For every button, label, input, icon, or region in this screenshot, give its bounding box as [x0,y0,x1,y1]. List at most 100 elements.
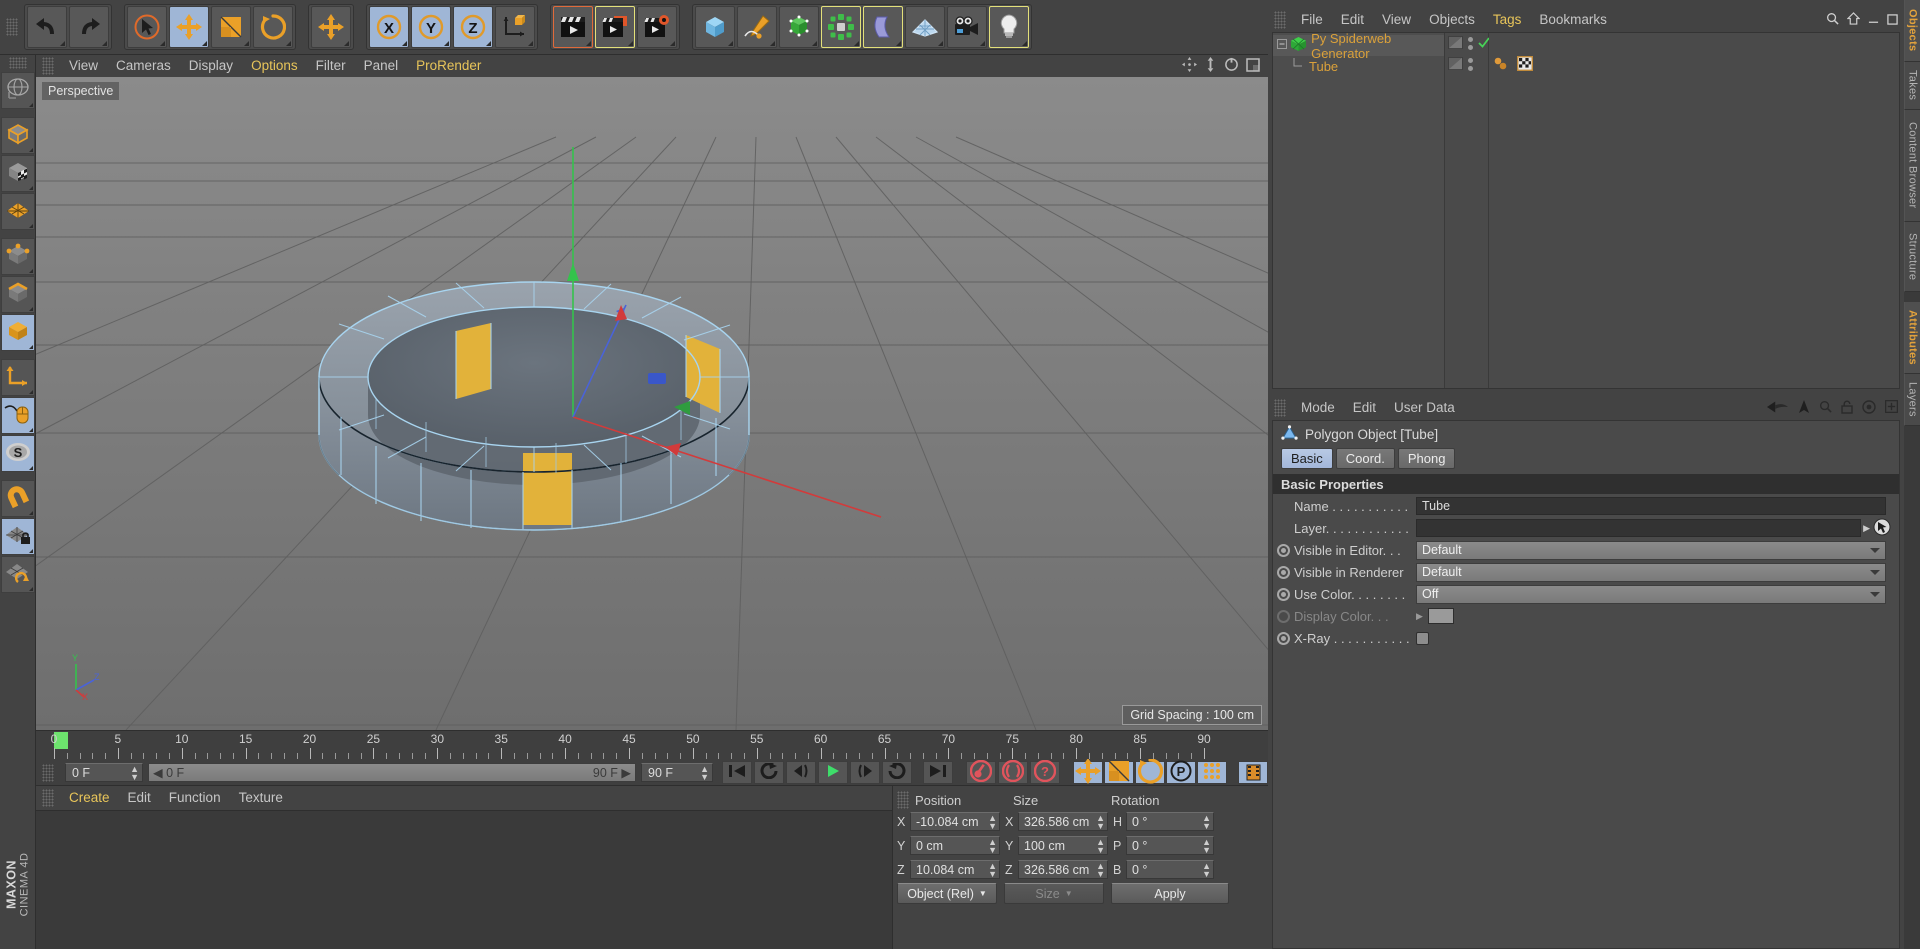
enable-axis-button[interactable] [0,359,35,396]
lock-z-axis-button[interactable]: Z [453,6,493,48]
animation-mode-toggle[interactable] [1238,761,1268,784]
add-floor-button[interactable] [905,6,945,48]
target-icon[interactable] [1862,399,1876,417]
color-swatch[interactable] [1427,608,1454,624]
render-to-picture-viewer-button[interactable] [595,6,635,48]
add-light-button[interactable] [989,6,1029,48]
toolbar-grip[interactable] [6,18,18,36]
edges-mode-button[interactable] [0,276,35,313]
undo-button[interactable] [27,6,67,48]
menu-item-file[interactable]: File [1292,13,1332,27]
pan-icon[interactable] [1182,57,1197,75]
object-visibility-cell[interactable] [1445,54,1488,75]
object-tree-item[interactable]: Py Spiderweb Generator [1273,31,1444,61]
next-keyframe-button[interactable] [882,761,912,784]
end-frame-field[interactable]: 90 F ▲ ▼ [641,763,713,782]
coordinate-system-button[interactable] [495,6,535,48]
property-animate-radio[interactable] [1277,631,1290,645]
dolly-icon[interactable] [1204,57,1217,75]
menu-item-create[interactable]: Create [60,791,119,805]
layer-dropdown-arrow-icon[interactable]: ▶ [1863,523,1870,534]
side-tab-takes[interactable]: Takes [1904,62,1920,110]
coordinates-grip[interactable] [897,791,909,809]
layer-picker-icon[interactable] [1873,518,1891,539]
step-back-button[interactable] [786,761,816,784]
scale-tool-button[interactable] [211,6,251,48]
material-menu-grip[interactable] [42,789,54,807]
spinner[interactable]: ▲ ▼ [1096,837,1105,854]
menu-item-view[interactable]: View [1373,13,1420,27]
menu-item-texture[interactable]: Texture [230,791,292,805]
spinner[interactable]: ▲ ▼ [1202,813,1211,830]
attribute-tab-basic[interactable]: Basic [1281,448,1333,469]
property-dropdown[interactable]: Default [1416,540,1886,560]
attribute-manager-grip[interactable] [1274,399,1286,417]
search-icon[interactable] [1826,12,1839,28]
display-toggle-icon[interactable] [1448,56,1463,73]
back-arrow-icon[interactable] [1767,401,1789,416]
rotate-tool-button[interactable] [253,6,293,48]
maximize-viewport-icon[interactable] [1246,57,1260,75]
menu-item-function[interactable]: Function [160,791,230,805]
position-z-field[interactable]: 10.084 cm ▲ ▼ [910,860,1000,879]
maximize-icon[interactable] [1887,13,1898,28]
rotation-h-field[interactable]: 0 ° ▲ ▼ [1126,812,1214,831]
menu-item-edit[interactable]: Edit [1344,401,1385,415]
orbit-icon[interactable] [1224,57,1239,75]
lock-workplane-button[interactable] [0,518,35,555]
property-animate-radio[interactable] [1277,609,1290,623]
menu-item-display[interactable]: Display [180,59,242,73]
move-tool-button[interactable] [169,6,209,48]
menu-item-mode[interactable]: Mode [1292,401,1344,415]
material-list[interactable] [36,810,892,949]
search-icon[interactable] [1819,400,1832,416]
texture-mode-button[interactable] [0,155,35,192]
property-dropdown[interactable]: Off [1416,584,1886,604]
side-tab-layers[interactable]: Layers [1904,374,1920,426]
apply-button[interactable]: Apply [1111,883,1229,904]
visibility-column[interactable] [1445,33,1490,388]
record-keyframe-button[interactable] [966,759,996,784]
menu-item-edit[interactable]: Edit [1332,13,1373,27]
position-y-field[interactable]: 0 cm ▲ ▼ [910,836,1000,855]
step-forward-button[interactable] [850,761,880,784]
go-to-end-button[interactable] [923,761,953,784]
object-manager-grip[interactable] [1274,11,1286,29]
menu-item-bookmarks[interactable]: Bookmarks [1530,13,1616,27]
menu-item-user-data[interactable]: User Data [1385,401,1464,415]
viewport-solo-button[interactable] [0,397,35,434]
attribute-tab-phong[interactable]: Phong [1397,448,1456,469]
points-mode-button[interactable] [0,238,35,275]
left-palette-grip[interactable] [8,57,27,69]
size-x-field[interactable]: 326.586 cm ▲ ▼ [1018,812,1108,831]
layer-input[interactable] [1416,519,1862,537]
redo-button[interactable] [69,6,109,48]
rotation-key-toggle[interactable] [1135,758,1165,784]
pla-key-toggle[interactable] [1197,761,1227,784]
play-button[interactable] [818,761,848,784]
attribute-tab-coord[interactable]: Coord. [1335,448,1395,469]
spinner[interactable]: ▲ ▼ [1096,861,1105,878]
minimize-icon[interactable] [1868,13,1879,28]
autokeying-button[interactable] [998,759,1028,784]
magnet-button[interactable] [0,480,35,517]
planar-workplane-button[interactable] [0,556,35,593]
rotation-b-field[interactable]: 0 ° ▲ ▼ [1126,860,1214,879]
previous-keyframe-button[interactable] [754,761,784,784]
spinner[interactable]: ▲ ▼ [988,813,997,830]
expand-arrow-icon[interactable]: ▶ [1416,611,1423,622]
home-icon[interactable] [1846,12,1861,28]
spinner[interactable]: ▲ ▼ [988,837,997,854]
timeline-grip[interactable] [42,763,54,782]
add-generator-button[interactable] [779,6,819,48]
spinner[interactable]: ▲ ▼ [988,861,997,878]
add-cube-button[interactable] [695,6,735,48]
visibility-dots-icon[interactable] [1468,57,1473,73]
snap-button[interactable]: S [0,435,35,472]
size-mode-dropdown[interactable]: Size ▼ [1004,883,1104,904]
keyframe-selection-button[interactable]: ? [1030,759,1060,784]
add-spline-button[interactable] [737,6,777,48]
menu-item-filter[interactable]: Filter [307,59,355,73]
render-settings-button[interactable] [637,6,677,48]
property-text-input[interactable]: Tube [1416,497,1886,515]
